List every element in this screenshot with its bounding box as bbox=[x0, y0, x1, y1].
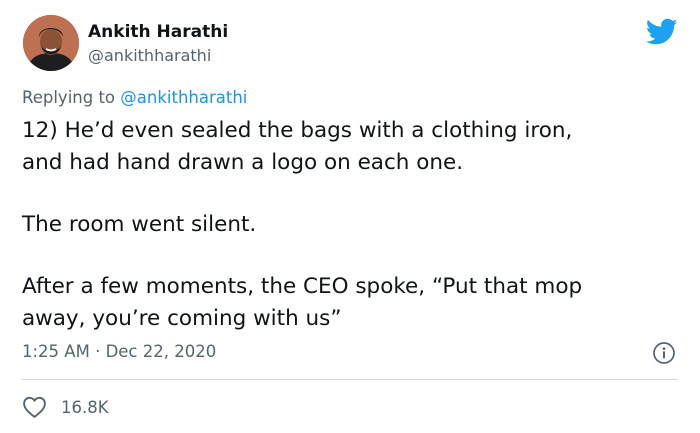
replying-to: Replying to @ankithharathi bbox=[22, 88, 247, 107]
tweet-date: Dec 22, 2020 bbox=[105, 342, 217, 361]
twitter-bird-icon[interactable] bbox=[646, 18, 678, 46]
tweet-line: and had hand drawn a logo on each one. bbox=[22, 150, 464, 175]
author-handle[interactable]: @ankithharathi bbox=[88, 46, 211, 65]
tweet-line: 12) He’d even sealed the bags with a clo… bbox=[22, 118, 573, 143]
info-icon[interactable] bbox=[652, 341, 676, 365]
tweet-time: 1:25 AM bbox=[22, 342, 90, 361]
like-count: 16.8K bbox=[61, 397, 109, 417]
tweet-text: 12) He’d even sealed the bags with a clo… bbox=[22, 115, 672, 335]
divider bbox=[22, 379, 678, 380]
avatar-photo bbox=[23, 15, 79, 71]
reply-mention-link[interactable]: @ankithharathi bbox=[120, 88, 247, 107]
tweet-timestamp[interactable]: 1:25 AM · Dec 22, 2020 bbox=[22, 342, 216, 361]
tweet-line: away, you’re coming with us” bbox=[22, 306, 342, 331]
timestamp-separator: · bbox=[95, 342, 101, 361]
heart-icon[interactable] bbox=[22, 395, 47, 419]
avatar[interactable] bbox=[23, 15, 79, 71]
tweet-line: After a few moments, the CEO spoke, “Put… bbox=[22, 274, 583, 299]
author-name[interactable]: Ankith Harathi bbox=[88, 22, 228, 42]
tweet-line: The room went silent. bbox=[22, 212, 257, 237]
like-button[interactable]: 16.8K bbox=[22, 394, 109, 420]
replying-to-label: Replying to bbox=[22, 88, 116, 107]
